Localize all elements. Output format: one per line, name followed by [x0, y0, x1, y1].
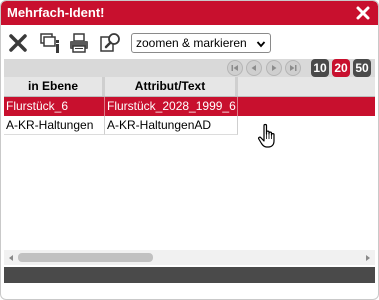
close-window-button[interactable] [354, 4, 372, 22]
zoom-mode-select[interactable]: zoomen & markieren [131, 33, 271, 53]
table-row[interactable]: Flurstück_6 Flurstück_2028_1999_6 [4, 97, 375, 116]
layer-info-button[interactable] [39, 31, 63, 55]
scrollbar-thumb[interactable] [18, 253, 153, 262]
status-footer [4, 267, 375, 283]
close-icon [356, 6, 370, 20]
cell-ebene: A-KR-Haltungen [4, 116, 105, 135]
hand-cursor-icon [258, 123, 275, 148]
title-bar[interactable]: Mehrfach-Ident! [1, 1, 378, 25]
zoom-mode-value: zoomen & markieren [136, 36, 247, 50]
page-size-10-button[interactable]: 10 [311, 59, 329, 77]
zoom-search-button[interactable] [99, 31, 123, 55]
toolbar: zoomen & markieren [1, 29, 378, 57]
cell-attribut: A-KR-HaltungenAD [105, 116, 238, 135]
horizontal-scrollbar[interactable] [4, 250, 375, 265]
column-header-attribut[interactable]: Attribut/Text [105, 77, 238, 96]
table-row[interactable]: A-KR-Haltungen A-KR-HaltungenAD [4, 116, 375, 135]
last-page-button[interactable] [285, 60, 301, 76]
page-size-20-button[interactable]: 20 [332, 59, 350, 77]
cell-attribut: Flurstück_2028_1999_6 [105, 97, 238, 116]
last-page-icon [290, 65, 297, 71]
scroll-right-icon[interactable] [363, 253, 373, 263]
previous-page-icon [251, 65, 256, 71]
first-page-button[interactable] [227, 60, 243, 76]
window-title: Mehrfach-Ident! [7, 5, 105, 20]
print-button[interactable] [67, 31, 91, 55]
print-icon [70, 33, 88, 53]
first-page-icon [231, 65, 238, 71]
next-page-button[interactable] [266, 60, 282, 76]
pager-bar: 10 20 50 [4, 59, 375, 77]
zoom-search-icon [100, 33, 120, 52]
scroll-left-icon[interactable] [6, 253, 16, 263]
table-header: in Ebene Attribut/Text [4, 77, 375, 97]
results-table: in Ebene Attribut/Text Flurstück_6 Flurs… [4, 77, 375, 266]
layer-info-icon [40, 33, 59, 53]
clear-selection-button[interactable] [6, 31, 30, 55]
chevron-down-icon [256, 41, 266, 48]
page-size-50-button[interactable]: 50 [353, 59, 371, 77]
previous-page-button[interactable] [246, 60, 262, 76]
column-header-ebene[interactable]: in Ebene [4, 77, 105, 96]
next-page-icon [272, 65, 277, 71]
close-x-icon [9, 34, 27, 52]
identify-window: Mehrfach-Ident! zoomen & markieren 10 20… [0, 0, 379, 300]
cell-ebene: Flurstück_6 [4, 97, 105, 116]
